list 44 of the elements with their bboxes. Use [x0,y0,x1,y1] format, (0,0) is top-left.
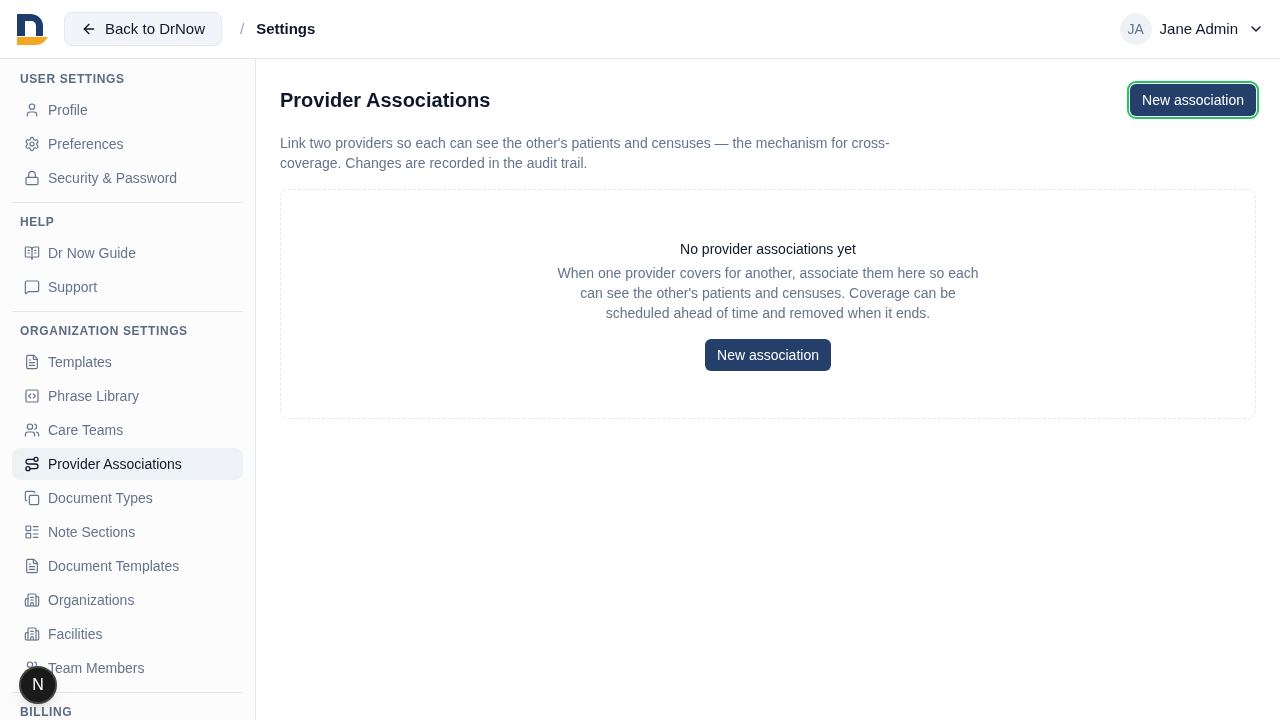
building-icon [24,626,40,642]
breadcrumb-separator: / [240,18,245,39]
section-heading: ORGANIZATION SETTINGS [19,323,189,339]
sidebar-item[interactable]: Security & Password [12,162,243,194]
page-description: Link two providers so each can see the other's patients and censuses — the mechanism for cross-coverage. Changes are recorded in the audit trail. [280,134,891,173]
user-avatar[interactable]: JA [1119,13,1152,45]
sidebar-item[interactable]: Support [12,271,243,303]
sidebar-item[interactable]: Provider Associations [12,448,243,480]
sidebar-item[interactable]: Profile [12,94,243,126]
section-heading: USER SETTINGS [19,71,126,87]
logo-icon [16,13,48,45]
document-icon [24,558,40,574]
sidebar-item[interactable]: Document Templates [12,550,243,582]
user-menu-button[interactable]: Jane Admin [1159,17,1264,41]
sidebar-item[interactable]: Preferences [12,128,243,160]
route-icon [24,456,40,472]
lock-icon [24,170,40,186]
breadcrumb-current: Settings [256,18,316,39]
code-square-icon [24,388,40,404]
people-icon [24,422,40,438]
section-heading: HELP [19,214,56,230]
section-heading: BILLING [19,704,74,720]
empty-state-title: No provider associations yet [680,240,856,259]
settings-icon [24,136,40,152]
new-association-button[interactable]: New association [1130,84,1256,116]
sidebar-item[interactable]: Organizations [12,584,243,616]
sidebar-item[interactable]: Facilities [12,618,243,650]
chat-bubble-icon [24,279,40,295]
sidebar-item[interactable]: Document Types [12,482,243,514]
sidebar-item[interactable]: Templates [12,346,243,378]
person-icon [24,102,40,118]
sidebar-item[interactable]: Care Teams [12,414,243,446]
building-icon [24,592,40,608]
new-association-button[interactable]: New association [705,339,831,371]
page-title: Provider Associations [280,88,491,113]
empty-state-text: When one provider covers for another, associate them here so each can see the other's patients and censuses. Coverage can be scheduled ahead of time and removed when it ends. [556,264,980,323]
sidebar-item[interactable]: Dr Now Guide [12,237,243,269]
document-icon [24,354,40,370]
copy-icon [24,490,40,506]
sidebar-item[interactable]: Phrase Library [12,380,243,412]
list-icon [24,524,40,540]
sidebar-item[interactable]: Note Sections [12,516,243,548]
back-button[interactable]: Back to DrNow [64,12,223,46]
book-icon [24,245,40,261]
